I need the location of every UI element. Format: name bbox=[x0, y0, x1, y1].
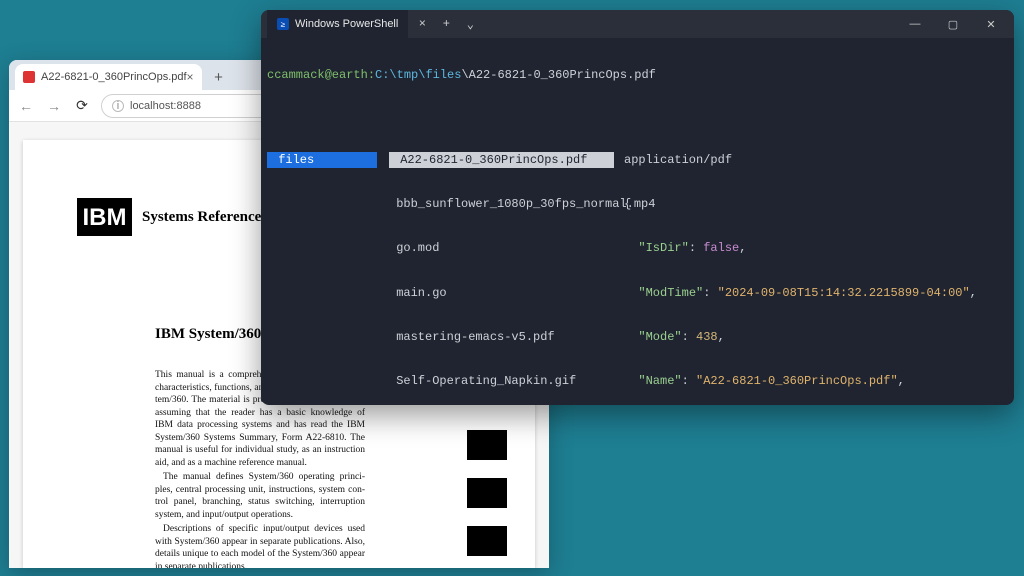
prompt-user: ccammack@earth bbox=[267, 68, 368, 82]
json-line: "Mode": 438, bbox=[624, 329, 1008, 345]
terminal-tab-label: Windows PowerShell bbox=[295, 18, 398, 30]
body-para: Descriptions of specific input/output de… bbox=[155, 523, 365, 568]
site-info-icon[interactable]: i bbox=[112, 100, 124, 112]
thumb-block bbox=[467, 430, 507, 460]
thumb-column bbox=[467, 430, 507, 556]
pdf-favicon bbox=[23, 71, 35, 83]
prompt-file: \A22-6821-0_360PrincOps.pdf bbox=[461, 68, 655, 82]
json-line: "Name": "A22-6821-0_360PrincOps.pdf", bbox=[624, 373, 1008, 389]
json-line: "IsDir": false, bbox=[624, 240, 1008, 256]
prompt-line: ccammack@earth:C:\tmp\files\A22-6821-0_3… bbox=[267, 68, 1008, 82]
close-window-icon[interactable]: ✕ bbox=[974, 10, 1008, 38]
lf-panes: files A22-6821-0_360PrincOps.pdf bbb_sun… bbox=[267, 124, 1008, 405]
close-icon[interactable]: × bbox=[187, 70, 194, 84]
list-item[interactable]: mastering-emacs-v5.pdf bbox=[389, 329, 624, 345]
json-open: { bbox=[624, 196, 1008, 212]
new-tab-button[interactable]: + bbox=[208, 66, 230, 88]
mime-type: application/pdf bbox=[624, 152, 1008, 168]
body-para: The manual defines System/360 operating … bbox=[155, 471, 365, 521]
prompt-path: C:\tmp\files bbox=[375, 68, 461, 82]
pane-parent[interactable]: files bbox=[267, 124, 389, 405]
reload-icon[interactable]: ⟳ bbox=[73, 97, 91, 114]
forward-icon[interactable]: → bbox=[45, 98, 63, 114]
minimize-icon[interactable]: ― bbox=[898, 10, 932, 38]
tab-title: A22-6821-0_360PrincOps.pdf bbox=[41, 71, 187, 83]
maximize-icon[interactable]: ▢ bbox=[936, 10, 970, 38]
ibm-logo: IBM bbox=[77, 198, 132, 236]
thumb-block bbox=[467, 526, 507, 556]
tab-dropdown-icon[interactable]: ⌄ bbox=[460, 17, 480, 32]
url-text: localhost:8888 bbox=[130, 100, 201, 112]
back-icon[interactable]: ← bbox=[17, 98, 35, 114]
thumb-block bbox=[467, 478, 507, 508]
terminal-titlebar[interactable]: ≥ Windows PowerShell × + ⌄ ― ▢ ✕ bbox=[261, 10, 1014, 38]
terminal-tab[interactable]: ≥ Windows PowerShell bbox=[267, 10, 408, 38]
prompt-sep: : bbox=[368, 68, 375, 82]
powershell-icon: ≥ bbox=[277, 18, 289, 30]
list-item[interactable]: go.mod bbox=[389, 240, 624, 256]
dir-highlight: files bbox=[267, 152, 377, 168]
close-tab-icon[interactable]: × bbox=[412, 17, 432, 31]
list-item[interactable]: main.go bbox=[389, 285, 624, 301]
terminal-window: ≥ Windows PowerShell × + ⌄ ― ▢ ✕ ccammac… bbox=[261, 10, 1014, 405]
pane-files[interactable]: A22-6821-0_360PrincOps.pdf bbb_sunflower… bbox=[389, 124, 624, 405]
list-item[interactable]: Self-Operating_Napkin.gif bbox=[389, 373, 624, 389]
json-line: "ModTime": "2024-09-08T15:14:32.2215899-… bbox=[624, 285, 1008, 301]
list-item[interactable]: bbb_sunflower_1080p_30fps_normal.mp4 bbox=[389, 196, 624, 212]
browser-tab[interactable]: A22-6821-0_360PrincOps.pdf × bbox=[15, 64, 202, 90]
terminal-body[interactable]: ccammack@earth:C:\tmp\files\A22-6821-0_3… bbox=[261, 38, 1014, 405]
file-highlight: A22-6821-0_360PrincOps.pdf bbox=[389, 152, 614, 168]
pane-preview: application/pdf { "IsDir": false, "ModTi… bbox=[624, 124, 1008, 405]
new-tab-icon[interactable]: + bbox=[436, 17, 456, 31]
